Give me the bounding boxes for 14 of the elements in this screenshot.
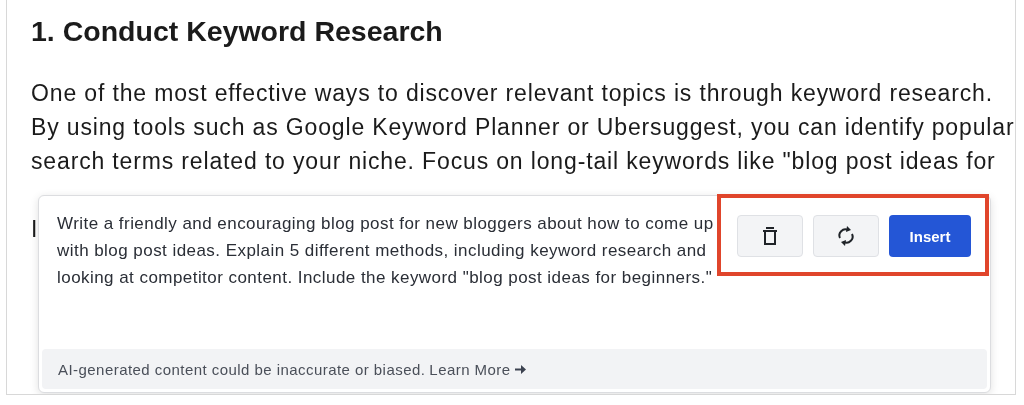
section-heading: 1. Conduct Keyword Research (30, 14, 443, 48)
delete-button[interactable] (737, 215, 803, 257)
prompt-text: Write a friendly and encouraging blog post for new bloggers about how to come up with blog post ideas. Explain 5 different methods, including keyword research and looking at competitor content. Include the keyword "blog post ideas for beginners." (57, 213, 715, 289)
trash-icon (762, 226, 778, 246)
arrow-icon (514, 364, 526, 374)
paragraph-line: One of the most effective ways to discover relevant topics is through keyword research. (31, 79, 993, 108)
paragraph-line: By using tools such as Google Keyword Planner or Ubersuggest, you can identify popular (31, 113, 1015, 142)
paragraph-line: I (31, 215, 38, 244)
paragraph-line: search terms related to your niche. Focus on long-tail keywords like "blog post ideas for (31, 147, 996, 176)
regenerate-button[interactable] (813, 215, 879, 257)
refresh-icon (836, 225, 856, 247)
disclaimer-text: AI-generated content could be inaccurate or biased. (58, 360, 426, 378)
insert-button[interactable]: Insert (889, 215, 971, 257)
learn-more-link[interactable]: Learn More (429, 360, 511, 378)
